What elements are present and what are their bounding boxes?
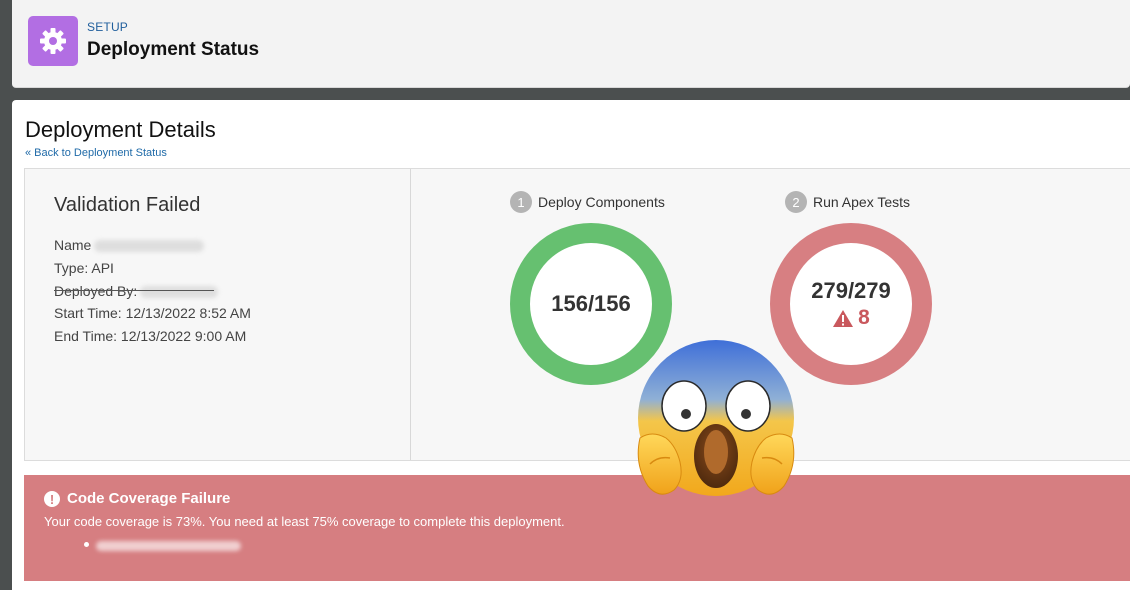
warning-count: 8 xyxy=(858,306,870,329)
redacted-name xyxy=(94,240,205,253)
detail-deployed-by: Deployed By: xyxy=(54,283,219,299)
setup-header: SETUP Deployment Status xyxy=(12,0,1130,88)
detail-type: Type: API xyxy=(54,260,114,276)
step-number-badge: 1 xyxy=(510,191,532,213)
redacted-user xyxy=(140,286,219,299)
detail-name: Name xyxy=(54,237,205,253)
exclamation-circle-icon: ! xyxy=(44,491,60,507)
apex-tests-count: 279/279 xyxy=(811,278,891,303)
error-title: Code Coverage Failure xyxy=(67,490,231,507)
code-coverage-error-banner: ! Code Coverage Failure Your code covera… xyxy=(24,475,1130,581)
step-deploy-components: 1 Deploy Components xyxy=(510,191,665,213)
validation-status-heading: Validation Failed xyxy=(54,194,201,216)
step-label: Run Apex Tests xyxy=(813,194,911,210)
step-run-apex-tests: 2 Run Apex Tests xyxy=(785,191,910,213)
step-number-badge: 2 xyxy=(785,191,807,213)
apex-test-warnings[interactable]: 8 xyxy=(832,306,870,330)
error-message: Your code coverage is 73%. You need at l… xyxy=(44,514,565,529)
step-label: Deploy Components xyxy=(538,194,665,210)
screaming-face-emoji-icon xyxy=(630,334,802,506)
deployment-summary-panel: Validation Failed Name Type: API Deploye… xyxy=(24,168,1130,461)
detail-end-time: End Time: 12/13/2022 9:00 AM xyxy=(54,328,247,344)
page-title: Deployment Details xyxy=(25,117,216,142)
strike-line xyxy=(54,290,214,291)
page-header-title: Deployment Status xyxy=(87,39,260,60)
list-bullet xyxy=(84,542,89,547)
deploy-components-count: 156/156 xyxy=(551,291,631,316)
setup-eyebrow[interactable]: SETUP xyxy=(87,20,128,34)
name-label: Name xyxy=(54,237,92,253)
back-to-deployment-status-link[interactable]: « Back to Deployment Status xyxy=(25,147,167,159)
deployed-by-label: Deployed By: xyxy=(54,283,138,299)
detail-start-time: Start Time: 12/13/2022 8:52 AM xyxy=(54,305,251,321)
redacted-class-name xyxy=(96,541,241,551)
deployment-details-card: Deployment Details « Back to Deployment … xyxy=(12,100,1130,590)
deployment-info-column: Validation Failed Name Type: API Deploye… xyxy=(25,169,411,460)
gear-icon xyxy=(28,16,78,66)
warning-triangle-icon xyxy=(833,309,854,327)
